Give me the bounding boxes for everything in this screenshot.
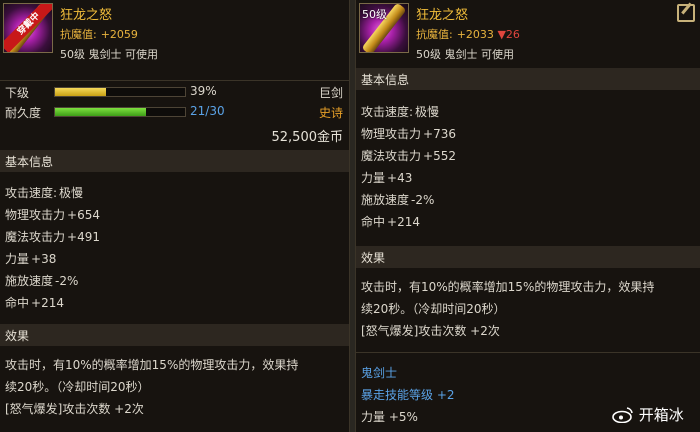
effect-line: 续20秒。（冷却时间20秒） bbox=[361, 302, 506, 316]
item-header: 穿戴中 狂龙之怒 抗魔值: +2059 50级 鬼剑士 可使用 bbox=[0, 0, 349, 78]
magic-resist-value: +2059 bbox=[100, 28, 138, 41]
effect-line: 攻击时，有10%的概率增加15%的物理攻击力，效果持 bbox=[5, 358, 299, 372]
item-requirement: 50级 鬼剑士 可使用 bbox=[60, 48, 158, 61]
item-icon[interactable]: 50级 bbox=[359, 3, 409, 53]
magic-resist-diff: ▼26 bbox=[497, 28, 520, 41]
watermark: 开箱冰 bbox=[612, 404, 684, 425]
stat-row: 魔法攻击力 +552 bbox=[361, 149, 456, 163]
magic-resist-label: 抗魔值: bbox=[416, 28, 453, 41]
divider bbox=[0, 80, 349, 81]
stat-row: 命中 +214 bbox=[5, 296, 64, 310]
magic-resist-value: +2033 bbox=[456, 28, 494, 41]
durability-value: 21/30 bbox=[190, 104, 225, 118]
item-header: 50级 狂龙之怒 抗魔值: +2033 ▼26 50级 鬼剑士 可使用 bbox=[356, 0, 700, 78]
grade-bar-fill bbox=[55, 88, 106, 96]
skill-bonus: 暴走技能等级 +2 bbox=[361, 388, 455, 402]
effect-line: 攻击时，有10%的概率增加15%的物理攻击力，效果持 bbox=[361, 280, 655, 294]
class-title: 鬼剑士 bbox=[361, 366, 398, 380]
item-requirement: 50级 鬼剑士 可使用 bbox=[416, 48, 514, 61]
effect-line: 续20秒。（冷却时间20秒） bbox=[5, 380, 150, 394]
grade-bar bbox=[54, 87, 186, 97]
stat-row: 攻击速度: 极慢 bbox=[361, 105, 440, 119]
magic-resist: 抗魔值: +2033 ▼26 bbox=[416, 26, 520, 42]
stat-row: 力量 +38 bbox=[5, 252, 57, 266]
stat-row: 施放速度 -2% bbox=[5, 274, 79, 288]
stat-row: 力量 +43 bbox=[361, 171, 413, 185]
sell-price: 52,500金币 bbox=[271, 130, 344, 145]
rarity: 史诗 bbox=[318, 106, 343, 120]
equipped-badge: 穿戴中 bbox=[4, 4, 52, 52]
item-type: 巨剑 bbox=[318, 86, 343, 100]
effect-header: 效果 bbox=[0, 324, 349, 346]
durability-bar bbox=[54, 107, 186, 117]
magic-resist: 抗魔值: +2059 bbox=[60, 26, 138, 42]
watermark-text: 开箱冰 bbox=[638, 406, 684, 424]
equipped-item-tooltip: 穿戴中 狂龙之怒 抗魔值: +2059 50级 鬼剑士 可使用 下级 39% 巨剑… bbox=[0, 0, 350, 432]
item-name: 狂龙之怒 bbox=[60, 8, 113, 23]
magic-resist-label: 抗魔值: bbox=[60, 28, 97, 41]
stat-row: 施放速度 -2% bbox=[361, 193, 435, 207]
divider bbox=[356, 352, 700, 353]
basic-info-header: 基本信息 bbox=[356, 68, 700, 90]
stat-row: 物理攻击力 +736 bbox=[361, 127, 456, 141]
durability-label: 耐久度 bbox=[5, 106, 42, 120]
item-name: 狂龙之怒 bbox=[416, 8, 469, 23]
basic-info-title: 基本信息 bbox=[5, 155, 54, 169]
strength-bonus: 力量 +5% bbox=[361, 410, 418, 424]
weibo-icon bbox=[612, 407, 633, 424]
level-tag: 50级 bbox=[362, 8, 387, 21]
effect-title: 效果 bbox=[361, 251, 386, 265]
durability-bar-fill bbox=[55, 108, 146, 116]
stat-row: 命中 +214 bbox=[361, 215, 420, 229]
basic-info-header: 基本信息 bbox=[0, 150, 349, 172]
item-icon[interactable]: 穿戴中 bbox=[3, 3, 53, 53]
stat-row: 攻击速度: 极慢 bbox=[5, 186, 84, 200]
grade-label: 下级 bbox=[5, 86, 30, 100]
grade-percent: 39% bbox=[190, 84, 217, 98]
basic-info-title: 基本信息 bbox=[361, 73, 410, 87]
stat-row: 物理攻击力 +654 bbox=[5, 208, 100, 222]
effect-header: 效果 bbox=[356, 246, 700, 268]
effect-line: [怒气爆发]攻击次数 +2次 bbox=[361, 324, 500, 338]
edit-icon[interactable] bbox=[677, 4, 695, 22]
stat-row: 魔法攻击力 +491 bbox=[5, 230, 100, 244]
effect-line: [怒气爆发]攻击次数 +2次 bbox=[5, 402, 144, 416]
effect-title: 效果 bbox=[5, 329, 30, 343]
compare-item-tooltip: 50级 狂龙之怒 抗魔值: +2033 ▼26 50级 鬼剑士 可使用 基本信息 … bbox=[355, 0, 700, 432]
